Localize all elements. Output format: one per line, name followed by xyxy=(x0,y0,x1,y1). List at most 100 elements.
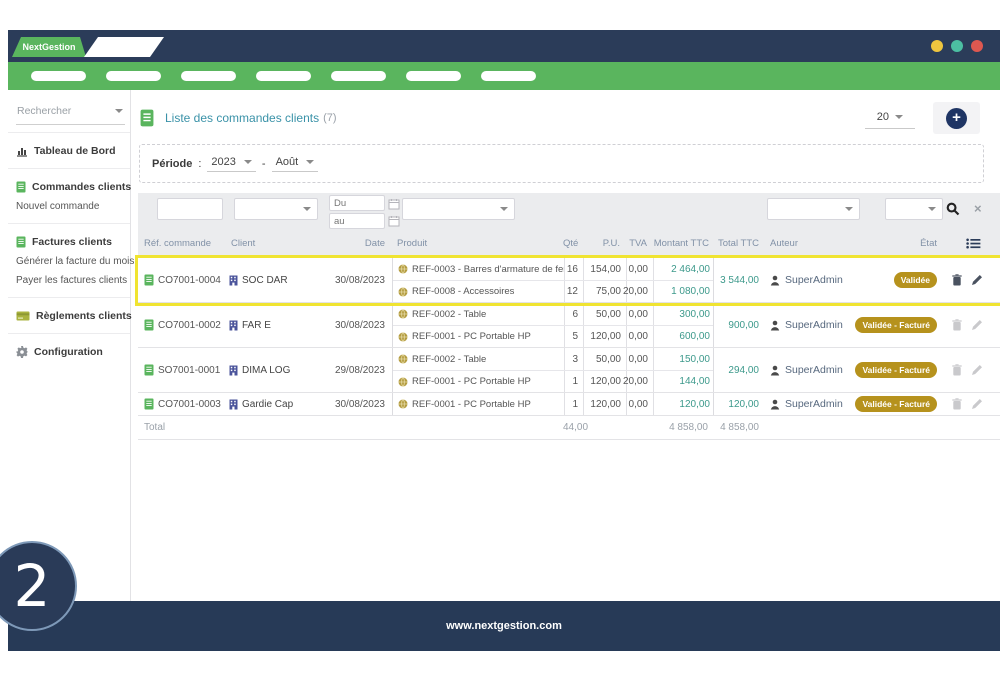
main-navbar xyxy=(8,62,1000,90)
client-cell[interactable]: SOC DAR xyxy=(225,258,317,302)
trash-icon[interactable] xyxy=(952,364,962,376)
slide-number: 2 xyxy=(14,552,51,620)
product-name-cell[interactable]: REF-0003 - Barres d'armature de fer xyxy=(393,258,564,280)
product-tva: 0,00 xyxy=(626,348,653,370)
nav-pill[interactable] xyxy=(331,71,386,81)
product-name-cell[interactable]: REF-0008 - Accessoires xyxy=(393,281,564,302)
brand-tab[interactable]: NextGestion xyxy=(12,37,86,57)
sidebar-item[interactable]: Nouvel commande xyxy=(8,197,130,216)
ref-filter-input[interactable] xyxy=(157,198,223,220)
sidebar-item[interactable]: Configuration xyxy=(8,341,130,362)
table-row: CO7001-0002FAR E30/08/2023REF-0002 - Tab… xyxy=(138,303,1000,348)
status-badge: Validée - Facturé xyxy=(855,317,937,333)
status-filter-select[interactable] xyxy=(885,198,943,220)
table-total-row: Total 44,00 4 858,00 4 858,00 xyxy=(138,416,1000,440)
clear-filter-icon[interactable]: × xyxy=(974,201,982,216)
year-value: 2023 xyxy=(211,156,235,168)
order-ref-cell[interactable]: CO7001-0002 xyxy=(138,303,225,347)
order-ref: SO7001-0001 xyxy=(158,365,220,376)
product-filter-select[interactable] xyxy=(402,198,515,220)
trash-icon[interactable] xyxy=(952,398,962,410)
product-name-cell[interactable]: REF-0002 - Table xyxy=(393,348,564,370)
sidebar-item[interactable]: Tableau de Bord xyxy=(8,140,130,161)
product-qty: 1 xyxy=(564,371,583,392)
calendar-icon[interactable] xyxy=(388,214,400,226)
author-filter-select[interactable] xyxy=(767,198,860,220)
author-cell: SuperAdmin xyxy=(764,303,867,347)
product-line: REF-0003 - Barres d'armature de fer16154… xyxy=(393,258,713,280)
sidebar-item[interactable]: Commandes clients xyxy=(8,176,130,197)
year-select[interactable]: 2023 xyxy=(207,155,255,172)
sidebar-item[interactable]: Générer la facture du mois xyxy=(8,252,130,271)
client-cell[interactable]: FAR E xyxy=(225,303,317,347)
product-lines: REF-0001 - PC Portable HP1120,000,00120,… xyxy=(392,393,714,415)
pencil-icon[interactable] xyxy=(971,398,983,410)
sidebar-search-select[interactable]: Rechercher xyxy=(16,102,125,125)
order-ref-cell[interactable]: SO7001-0001 xyxy=(138,348,225,392)
document-icon xyxy=(16,181,26,193)
sidebar-item[interactable]: Payer les factures clients xyxy=(8,271,130,290)
search-icon[interactable] xyxy=(946,202,960,216)
nav-pill[interactable] xyxy=(406,71,461,81)
client-name: Gardie Cap xyxy=(242,399,293,410)
add-order-button[interactable]: + xyxy=(946,108,967,129)
date-to-input[interactable] xyxy=(329,213,385,229)
client-name: FAR E xyxy=(242,320,271,331)
author-cell: SuperAdmin xyxy=(764,393,867,415)
actions-cell xyxy=(942,348,1000,392)
product-icon xyxy=(398,354,408,364)
order-total-ttc: 120,00 xyxy=(714,393,764,415)
close-dot[interactable] xyxy=(971,40,983,52)
product-unit-price: 120,00 xyxy=(583,371,626,392)
nav-pill[interactable] xyxy=(181,71,236,81)
sidebar-item-label: Configuration xyxy=(34,346,103,358)
period-label: Période xyxy=(152,158,192,170)
pencil-icon[interactable] xyxy=(971,364,983,376)
order-ref-cell[interactable]: CO7001-0003 xyxy=(138,393,225,415)
product-unit-price: 120,00 xyxy=(583,326,626,347)
product-name-cell[interactable]: REF-0002 - Table xyxy=(393,303,564,325)
month-select[interactable]: Août xyxy=(272,155,319,172)
document-icon xyxy=(144,319,154,331)
trash-icon[interactable] xyxy=(952,274,962,286)
order-ref-cell[interactable]: CO7001-0004 xyxy=(138,258,225,302)
trash-icon[interactable] xyxy=(952,319,962,331)
sidebar-item[interactable]: Règlements clients xyxy=(8,305,130,326)
product-lines: REF-0003 - Barres d'armature de fer16154… xyxy=(392,258,714,302)
col-pu: P.U. xyxy=(582,238,625,249)
date-from-input[interactable] xyxy=(329,195,385,211)
col-total-ttc: Total TTC xyxy=(714,238,764,249)
product-qty: 3 xyxy=(564,348,583,370)
product-lines: REF-0002 - Table650,000,00300,00REF-0001… xyxy=(392,303,714,347)
bar-chart-icon xyxy=(16,145,28,157)
building-icon xyxy=(229,320,238,331)
document-icon xyxy=(139,109,155,127)
nav-pill[interactable] xyxy=(256,71,311,81)
nav-pill[interactable] xyxy=(481,71,536,81)
client-filter-select[interactable] xyxy=(234,198,318,220)
product-amount-ttc: 600,00 xyxy=(653,326,715,347)
product-line: REF-0001 - PC Portable HP1120,000,00120,… xyxy=(393,393,713,415)
order-total-ttc: 3 544,00 xyxy=(714,258,764,302)
product-unit-price: 50,00 xyxy=(583,348,626,370)
client-cell[interactable]: Gardie Cap xyxy=(225,393,317,415)
maximize-dot[interactable] xyxy=(951,40,963,52)
minimize-dot[interactable] xyxy=(931,40,943,52)
page-size-select[interactable]: 20 xyxy=(865,108,915,129)
client-cell[interactable]: DIMA LOG xyxy=(225,348,317,392)
nav-pill[interactable] xyxy=(31,71,86,81)
pencil-icon[interactable] xyxy=(971,319,983,331)
nav-pill[interactable] xyxy=(106,71,161,81)
product-qty: 12 xyxy=(564,281,583,302)
product-name-cell[interactable]: REF-0001 - PC Portable HP xyxy=(393,393,564,415)
titlebar: NextGestion xyxy=(8,30,1000,62)
product-name-cell[interactable]: REF-0001 - PC Portable HP xyxy=(393,326,564,347)
status-cell: Validée - Facturé xyxy=(867,393,942,415)
pencil-icon[interactable] xyxy=(971,274,983,286)
sidebar-item[interactable]: Factures clients xyxy=(8,231,130,252)
calendar-icon[interactable] xyxy=(388,197,400,209)
product-name: REF-0001 - PC Portable HP xyxy=(412,399,531,410)
product-name-cell[interactable]: REF-0001 - PC Portable HP xyxy=(393,371,564,392)
list-view-icon[interactable] xyxy=(942,238,1000,249)
chevron-down-icon xyxy=(306,160,314,164)
